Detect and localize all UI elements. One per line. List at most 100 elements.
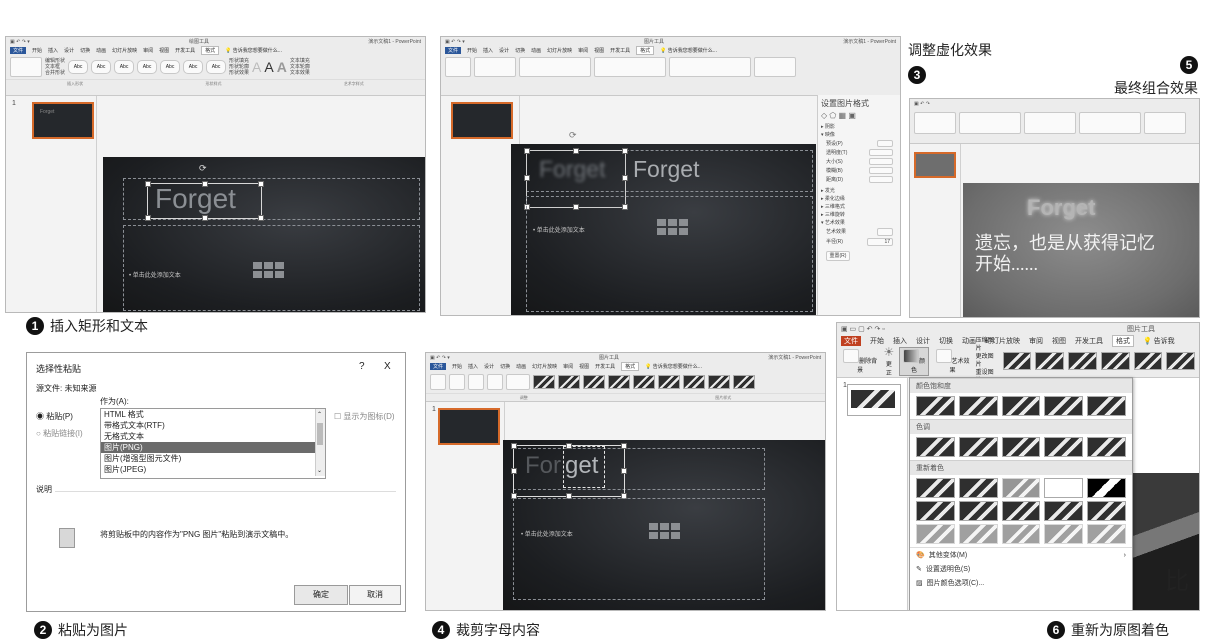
radius-input[interactable]: 17 [867,238,893,246]
tab-insert[interactable]: 插入 [893,336,907,346]
picture-style-3[interactable] [1068,352,1097,370]
tab-design[interactable]: 设计 [484,363,494,370]
remove-background-button[interactable]: 删除背景 [841,348,879,374]
tab-slideshow[interactable]: 幻灯片放映 [547,47,572,54]
list-item[interactable]: 带格式文本(RTF) [101,420,325,431]
tab-transitions[interactable]: 切换 [80,47,90,54]
color-option[interactable] [1001,478,1041,498]
tab-insert[interactable]: 插入 [48,47,58,54]
tab-format[interactable]: 格式 [201,46,220,55]
wordart-style-1[interactable]: A [252,59,261,75]
tab-file[interactable]: 文件 [841,336,861,346]
tab-home[interactable]: 开始 [467,47,477,54]
color-option[interactable] [958,396,998,416]
tab-review[interactable]: 审阅 [578,47,588,54]
picture-style-1[interactable] [1002,352,1032,370]
color-button[interactable] [468,374,484,390]
color-option[interactable] [1044,478,1084,498]
quick-access-toolbar[interactable]: ▣ ▭ ▢ ↶ ↷ ▫ [841,325,885,333]
tell-me-box[interactable]: 💡 告诉我 [1143,336,1175,346]
tab-view[interactable]: 视图 [1052,336,1066,346]
tab-transitions[interactable]: 切换 [515,47,525,54]
ribbon-group[interactable] [1079,112,1141,134]
style-button-5[interactable]: Abc [160,60,181,74]
tab-animations[interactable]: 动画 [962,336,976,346]
ribbon-group[interactable] [1144,112,1186,134]
resize-handle[interactable] [145,181,151,187]
color-option[interactable] [916,501,955,521]
corrections-button[interactable] [449,374,465,390]
list-item[interactable]: 无格式文本 [101,431,325,442]
more-variations-item[interactable]: 🎨 其他变体(M) › [910,548,1132,562]
resize-handle[interactable] [145,215,151,221]
set-transparent-color-item[interactable]: ✎ 设置透明色(S) [910,562,1132,576]
merge-shapes-button[interactable]: 合并形状 [45,70,65,76]
color-option[interactable] [1001,501,1041,521]
tab-format[interactable]: 格式 [1112,335,1134,347]
picture-style-8[interactable] [708,375,730,389]
text-effects-button[interactable]: 文本效果 [290,70,310,76]
row-spinner[interactable] [869,158,893,165]
style-button-1[interactable]: Abc [68,60,89,74]
color-option[interactable] [916,478,955,498]
tab-insert[interactable]: 插入 [483,47,493,54]
content-icons[interactable] [649,523,680,539]
list-item[interactable]: HTML 格式 [101,409,325,420]
resize-handle[interactable] [511,443,517,449]
picture-style-4[interactable] [608,375,630,389]
tab-view[interactable]: 视图 [579,363,589,370]
tab-home[interactable]: 开始 [870,336,884,346]
tab-view[interactable]: 视图 [159,47,169,54]
color-option[interactable] [958,437,998,457]
rotate-handle-icon[interactable]: ⟳ [199,163,207,174]
quick-access-toolbar[interactable]: ▣ ↶ ↷ [914,101,930,107]
slide-title-text[interactable]: Forget [1027,195,1095,221]
slides-group[interactable] [474,57,516,77]
close-button[interactable]: X [384,361,391,372]
resize-handle[interactable] [622,148,628,154]
rotate-handle-icon[interactable]: ⟳ [569,130,577,141]
pane-row[interactable]: 预设(P) [826,140,893,147]
color-button[interactable]: 颜色 [898,346,930,376]
bullet-text[interactable]: • 单击此处添加文本 [129,270,181,279]
slide-thumbnail[interactable]: Forget [32,102,94,139]
tab-home[interactable]: 开始 [452,363,462,370]
slide-thumbnail[interactable] [847,384,901,416]
row-spinner[interactable] [869,176,893,183]
content-icons[interactable] [657,219,688,235]
paste-as-list[interactable]: HTML 格式 带格式文本(RTF) 无格式文本 图片(PNG) 图片(增强型图… [100,408,326,479]
pane-glow-section[interactable]: ▸ 发光 [821,187,898,194]
picture-style-5[interactable] [633,375,655,389]
slide-title-text[interactable]: Forget [155,183,236,215]
color-option[interactable] [1044,524,1084,544]
color-option[interactable] [1087,437,1126,457]
slide-thumbnail[interactable] [914,152,956,178]
resize-handle[interactable] [258,215,264,221]
color-option[interactable] [916,437,955,457]
list-item-selected[interactable]: 图片(PNG) [101,442,325,453]
resize-handle[interactable] [511,468,517,474]
change-picture-button[interactable]: 更改图片 [976,353,999,369]
ribbon-group[interactable] [914,112,956,134]
color-option[interactable] [1087,396,1126,416]
shape-effects-button[interactable]: 形状效果 [229,70,249,76]
tell-me-box[interactable]: 💡 告诉我您想要做什么... [660,47,717,54]
pane-row[interactable]: 大小(S) [826,158,893,165]
picture-style-7[interactable] [683,375,705,389]
list-item[interactable]: 图片(JPEG) [101,464,325,475]
tab-slideshow[interactable]: 幻灯片放映 [532,363,557,370]
tell-me-box[interactable]: 💡 告诉我您想要做什么... [225,47,282,54]
tab-format[interactable]: 格式 [621,362,640,371]
scroll-thumb[interactable] [317,423,323,445]
tab-file[interactable]: 文件 [445,47,462,54]
style-button-7[interactable]: Abc [206,60,227,74]
ribbon-group[interactable] [1024,112,1076,134]
picture-style-5[interactable] [1133,352,1163,370]
resize-handle[interactable] [524,148,530,154]
color-option[interactable] [1001,524,1041,544]
tab-review[interactable]: 审阅 [1029,336,1043,346]
remove-background-button[interactable] [430,374,446,390]
content-icons[interactable] [253,262,284,278]
drawing-group[interactable] [669,57,751,77]
row-spinner[interactable] [869,167,893,174]
